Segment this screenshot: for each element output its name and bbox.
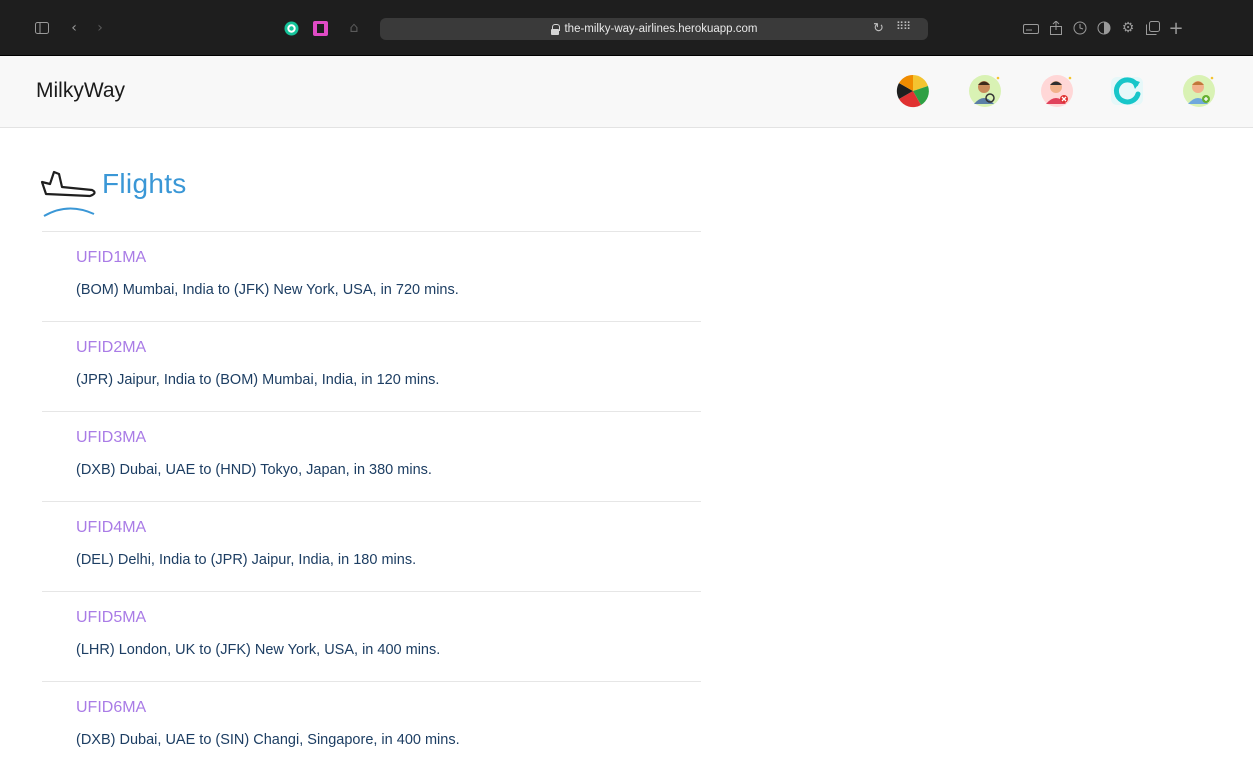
flight-route: (LHR) London, UK to (JFK) New York, USA,… [76, 642, 441, 658]
divider [42, 411, 701, 412]
forward-icon[interactable]: › [92, 20, 108, 36]
share-icon[interactable] [1048, 20, 1064, 36]
flight-item[interactable]: UFID5MA (LHR) London, UK to (JFK) New Yo… [76, 609, 440, 658]
settings-icon[interactable]: ⚙ [1120, 20, 1136, 36]
flight-item[interactable]: UFID6MA (DXB) Dubai, UAE to (SIN) Changi… [76, 699, 460, 748]
flight-item[interactable]: UFID2MA (JPR) Jaipur, India to (BOM) Mum… [76, 339, 439, 388]
flight-id[interactable]: UFID1MA [76, 249, 459, 267]
divider [42, 231, 701, 232]
back-icon[interactable]: ‹ [66, 20, 82, 36]
airplane-icon [40, 162, 98, 225]
grid-icon[interactable]: ⠿⠿ [896, 20, 911, 33]
tabs-icon[interactable] [1145, 20, 1161, 36]
flight-id[interactable]: UFID6MA [76, 699, 460, 717]
brand-logo[interactable]: MilkyWay [36, 79, 125, 103]
flight-item[interactable]: UFID1MA (BOM) Mumbai, India to (JFK) New… [76, 249, 459, 298]
grammarly-icon[interactable] [283, 20, 299, 36]
stats-pie-icon[interactable] [895, 73, 931, 109]
page-heading: Flights [40, 162, 187, 225]
privacy-icon[interactable] [1096, 20, 1112, 36]
flight-route: (DXB) Dubai, UAE to (SIN) Changi, Singap… [76, 732, 460, 748]
reload-icon[interactable]: ↻ [873, 20, 884, 36]
url-text: the-milky-way-airlines.herokuapp.com [564, 23, 758, 35]
divider [42, 591, 701, 592]
user-remove-icon[interactable] [1039, 73, 1075, 109]
new-tab-icon[interactable]: + [1168, 18, 1184, 39]
divider [42, 321, 701, 322]
lock-icon [550, 23, 561, 35]
flight-id[interactable]: UFID5MA [76, 609, 440, 627]
flight-route: (DEL) Delhi, India to (JPR) Jaipur, Indi… [76, 552, 417, 568]
refresh-icon[interactable] [1109, 73, 1145, 109]
flight-id[interactable]: UFID3MA [76, 429, 432, 447]
address-bar[interactable]: the-milky-way-airlines.herokuapp.com [380, 18, 928, 40]
home-icon[interactable]: ⌂ [346, 20, 362, 36]
reader-icon[interactable] [1023, 20, 1039, 36]
browser-toolbar: ‹ › ⌂ the-milky-way-airlines.herokuapp.c… [0, 0, 1253, 56]
flight-id[interactable]: UFID2MA [76, 339, 439, 357]
bookmark-icon[interactable] [312, 20, 328, 36]
flight-route: (JPR) Jaipur, India to (BOM) Mumbai, Ind… [76, 372, 440, 388]
flight-id[interactable]: UFID4MA [76, 519, 416, 537]
user-add-icon[interactable] [1181, 73, 1217, 109]
page-title: Flights [102, 168, 187, 199]
flight-route: (BOM) Mumbai, India to (JFK) New York, U… [76, 282, 459, 298]
user-search-icon[interactable] [967, 73, 1003, 109]
app-navbar: MilkyWay [0, 56, 1253, 128]
sidebar-icon[interactable] [34, 20, 50, 36]
divider [42, 501, 701, 502]
flight-item[interactable]: UFID4MA (DEL) Delhi, India to (JPR) Jaip… [76, 519, 416, 568]
flight-item[interactable]: UFID3MA (DXB) Dubai, UAE to (HND) Tokyo,… [76, 429, 432, 478]
divider [42, 681, 701, 682]
flight-route: (DXB) Dubai, UAE to (HND) Tokyo, Japan, … [76, 462, 432, 478]
history-icon[interactable] [1072, 20, 1088, 36]
